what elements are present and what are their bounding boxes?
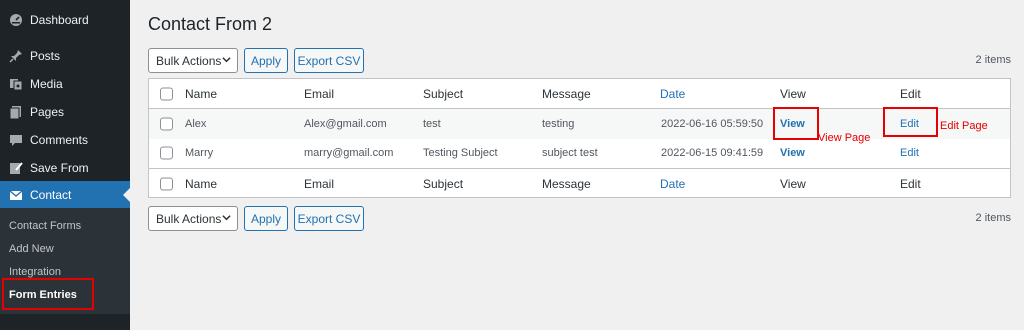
submenu-item-contact-forms[interactable]: Contact Forms — [9, 220, 81, 232]
chevron-down-icon — [222, 57, 231, 63]
sidebar-item-label: Pages — [30, 105, 65, 119]
bulk-actions-select-bottom[interactable]: Bulk Actions — [148, 206, 238, 231]
table-row: Alex Alex@gmail.com test testing 2022-06… — [149, 109, 1010, 139]
comment-icon — [9, 133, 23, 147]
sidebar-item-label: Posts — [30, 49, 61, 63]
pages-icon — [9, 105, 23, 119]
row-checkbox[interactable] — [160, 117, 173, 131]
entries-table: Name Email Subject Message Date View Edi… — [148, 78, 1011, 198]
annotation-view-page: View Page — [818, 132, 871, 144]
bulk-actions-label: Bulk Actions — [156, 211, 222, 226]
items-count: 2 items — [975, 54, 1011, 66]
export-csv-button[interactable]: Export CSV — [294, 48, 364, 73]
media-icon — [9, 77, 23, 91]
cell-subject: test — [423, 118, 441, 130]
cell-subject: Testing Subject — [423, 147, 498, 159]
apply-button-bottom[interactable]: Apply — [244, 206, 288, 231]
sidebar-item-posts[interactable]: Posts — [0, 42, 130, 70]
cell-date: 2022-06-15 09:41:59 — [661, 147, 764, 159]
column-header-edit: Edit — [900, 86, 921, 101]
cell-date: 2022-06-16 05:59:50 — [661, 118, 764, 130]
column-header-message: Message — [542, 86, 591, 101]
column-footer-name: Name — [185, 176, 218, 191]
sidebar-item-dashboard[interactable]: Dashboard — [0, 6, 130, 34]
highlight-box-edit — [883, 107, 938, 137]
column-header-view: View — [780, 86, 806, 101]
sidebar-item-label: Dashboard — [30, 13, 89, 27]
column-footer-view: View — [780, 176, 806, 191]
annotation-edit-page: Edit Page — [940, 120, 988, 132]
column-footer-message: Message — [542, 176, 591, 191]
sidebar-item-label: Contact — [30, 188, 72, 202]
cell-message: testing — [542, 118, 575, 130]
cell-email: Alex@gmail.com — [304, 118, 387, 130]
table-footer: Name Email Subject Message Date View Edi… — [149, 168, 1010, 198]
highlight-box-view — [773, 107, 819, 140]
sidebar-item-pages[interactable]: Pages — [0, 98, 130, 126]
sidebar-item-label: Comments — [30, 133, 89, 147]
sidebar-item-label: Save From — [30, 161, 89, 175]
row-checkbox[interactable] — [160, 146, 173, 160]
page-title: Contact From 2 — [148, 14, 273, 34]
sidebar-item-save-from[interactable]: Save From — [0, 154, 130, 182]
cell-email: marry@gmail.com — [304, 147, 394, 159]
sidebar-item-comments[interactable]: Comments — [0, 126, 130, 154]
sidebar-item-media[interactable]: Media — [0, 70, 130, 98]
sidebar-item-contact[interactable]: Contact — [0, 181, 130, 209]
active-indicator — [123, 188, 130, 202]
cell-name: Alex — [185, 118, 207, 130]
column-header-email: Email — [304, 86, 335, 101]
select-all-checkbox[interactable] — [160, 87, 173, 100]
submenu-item-integration[interactable]: Integration — [9, 266, 61, 278]
highlight-box-form-entries — [2, 278, 94, 310]
column-footer-subject: Subject — [423, 176, 464, 191]
items-count-bottom: 2 items — [975, 212, 1011, 224]
select-all-checkbox[interactable] — [160, 177, 173, 190]
column-footer-email: Email — [304, 176, 335, 191]
column-footer-edit: Edit — [900, 176, 921, 191]
view-link[interactable]: View — [780, 147, 805, 159]
column-header-date[interactable]: Date — [660, 87, 685, 101]
table-row: Marry marry@gmail.com Testing Subject su… — [149, 139, 1010, 167]
form-icon — [9, 161, 23, 175]
mail-icon — [9, 188, 23, 202]
sidebar-item-label: Media — [30, 77, 63, 91]
bulk-actions-select[interactable]: Bulk Actions — [148, 48, 238, 73]
chevron-down-icon — [222, 215, 231, 221]
pin-icon — [9, 49, 23, 63]
apply-button[interactable]: Apply — [244, 48, 288, 73]
table-header: Name Email Subject Message Date View Edi… — [149, 79, 1010, 109]
edit-link[interactable]: Edit — [900, 147, 919, 159]
cell-message: subject test — [542, 147, 598, 159]
bulk-actions-label: Bulk Actions — [156, 53, 222, 68]
cell-name: Marry — [185, 147, 214, 159]
column-header-subject: Subject — [423, 86, 464, 101]
dashboard-icon — [9, 13, 23, 27]
submenu-item-add-new[interactable]: Add New — [9, 243, 54, 255]
export-csv-button-bottom[interactable]: Export CSV — [294, 206, 364, 231]
column-footer-date[interactable]: Date — [660, 177, 685, 191]
column-header-name: Name — [185, 86, 218, 101]
admin-sidebar: Dashboard Posts Media Pages Comments Sav… — [0, 0, 130, 330]
